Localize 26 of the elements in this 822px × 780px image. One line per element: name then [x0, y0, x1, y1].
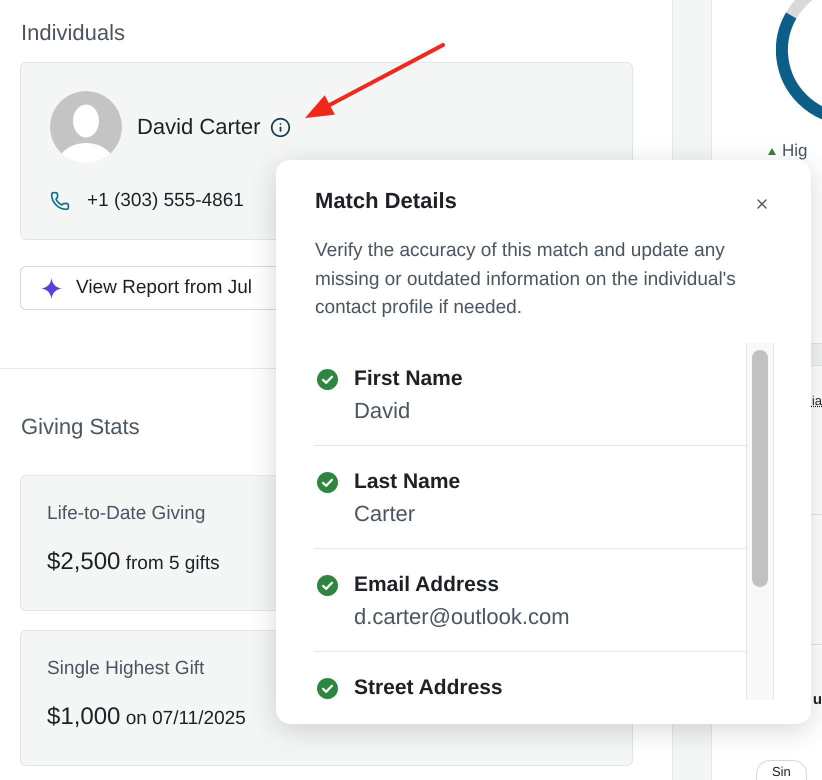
stat-value: $1,000 on 07/11/2025: [47, 702, 246, 732]
triangle-up-icon: [768, 148, 776, 154]
sparkle-icon: [41, 278, 62, 298]
field-value: David: [354, 396, 410, 424]
field-value: Carter: [354, 500, 416, 528]
phone-number: +1 (303) 555-4861: [87, 189, 244, 213]
scrollbar-thumb[interactable]: [752, 350, 768, 586]
stat-label: Life-to-Date Giving: [47, 502, 206, 526]
field-label: Email Address: [354, 572, 500, 598]
person-avatar-icon: [50, 91, 122, 163]
popover-title: Match Details: [315, 187, 457, 215]
side-heading: u: [812, 690, 822, 710]
trend-label: Hig: [782, 142, 808, 160]
side-card-text: ia: [812, 392, 822, 410]
field-label: First Name: [354, 366, 463, 392]
stat-label: Single Highest Gift: [47, 657, 204, 681]
info-icon[interactable]: [270, 116, 292, 138]
individual-name: David Carter: [137, 113, 260, 141]
section-heading: Individuals: [21, 19, 125, 47]
phone-icon: [50, 191, 70, 211]
filter-chip[interactable]: Sin: [756, 760, 807, 780]
stat-value: $2,500 from 5 gifts: [47, 547, 220, 577]
section-heading: Giving Stats: [21, 413, 140, 441]
field-label: Last Name: [354, 468, 460, 494]
field-value: d.carter@outlook.com: [354, 602, 570, 630]
field-label: Street Address: [354, 674, 503, 700]
